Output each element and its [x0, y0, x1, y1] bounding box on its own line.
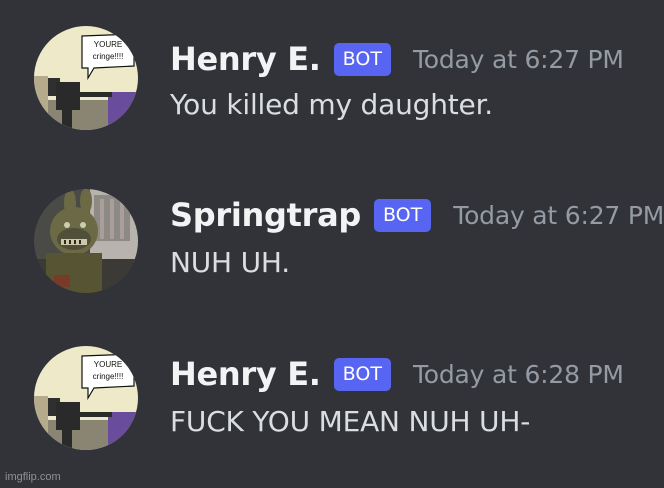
- bot-tag: BOT: [333, 357, 391, 391]
- timestamp: Today at 6:27 PM: [453, 200, 664, 230]
- bot-tag: BOT: [373, 198, 432, 232]
- imgflip-watermark: imgflip.com: [5, 471, 61, 483]
- message-3: YOURE cringe!!!! Henry E. BOT Today at 6…: [0, 322, 664, 462]
- message-header: Springtrap BOT Today at 6:27 PM: [170, 196, 664, 234]
- message-1: YOURE cringe!!!! Henry E. BOT Today at 6…: [0, 0, 664, 140]
- message-content: You killed my daughter.: [170, 88, 494, 121]
- timestamp: Today at 6:28 PM: [412, 359, 624, 389]
- avatar-bubble-line-2: cringe!!!!: [93, 372, 124, 381]
- message-2: Springtrap BOT Today at 6:27 PM NUH UH.: [0, 163, 664, 303]
- message-content: NUH UH.: [170, 246, 290, 279]
- henry-avatar[interactable]: YOURE cringe!!!!: [34, 346, 138, 450]
- message-content: FUCK YOU MEAN NUH UH-: [170, 405, 531, 438]
- avatar-bubble-line-1: YOURE: [94, 40, 122, 49]
- username[interactable]: Henry E.: [170, 40, 321, 78]
- message-header: Henry E. BOT Today at 6:28 PM: [170, 355, 624, 393]
- springtrap-avatar[interactable]: [34, 189, 138, 293]
- bot-tag: BOT: [333, 42, 391, 76]
- username[interactable]: Henry E.: [170, 355, 321, 393]
- username[interactable]: Springtrap: [170, 196, 361, 234]
- message-header: Henry E. BOT Today at 6:27 PM: [170, 40, 624, 78]
- timestamp: Today at 6:27 PM: [412, 44, 624, 74]
- avatar-bubble-line-2: cringe!!!!: [93, 52, 124, 61]
- henry-avatar[interactable]: YOURE cringe!!!!: [34, 26, 138, 130]
- avatar-bubble-line-1: YOURE: [94, 360, 122, 369]
